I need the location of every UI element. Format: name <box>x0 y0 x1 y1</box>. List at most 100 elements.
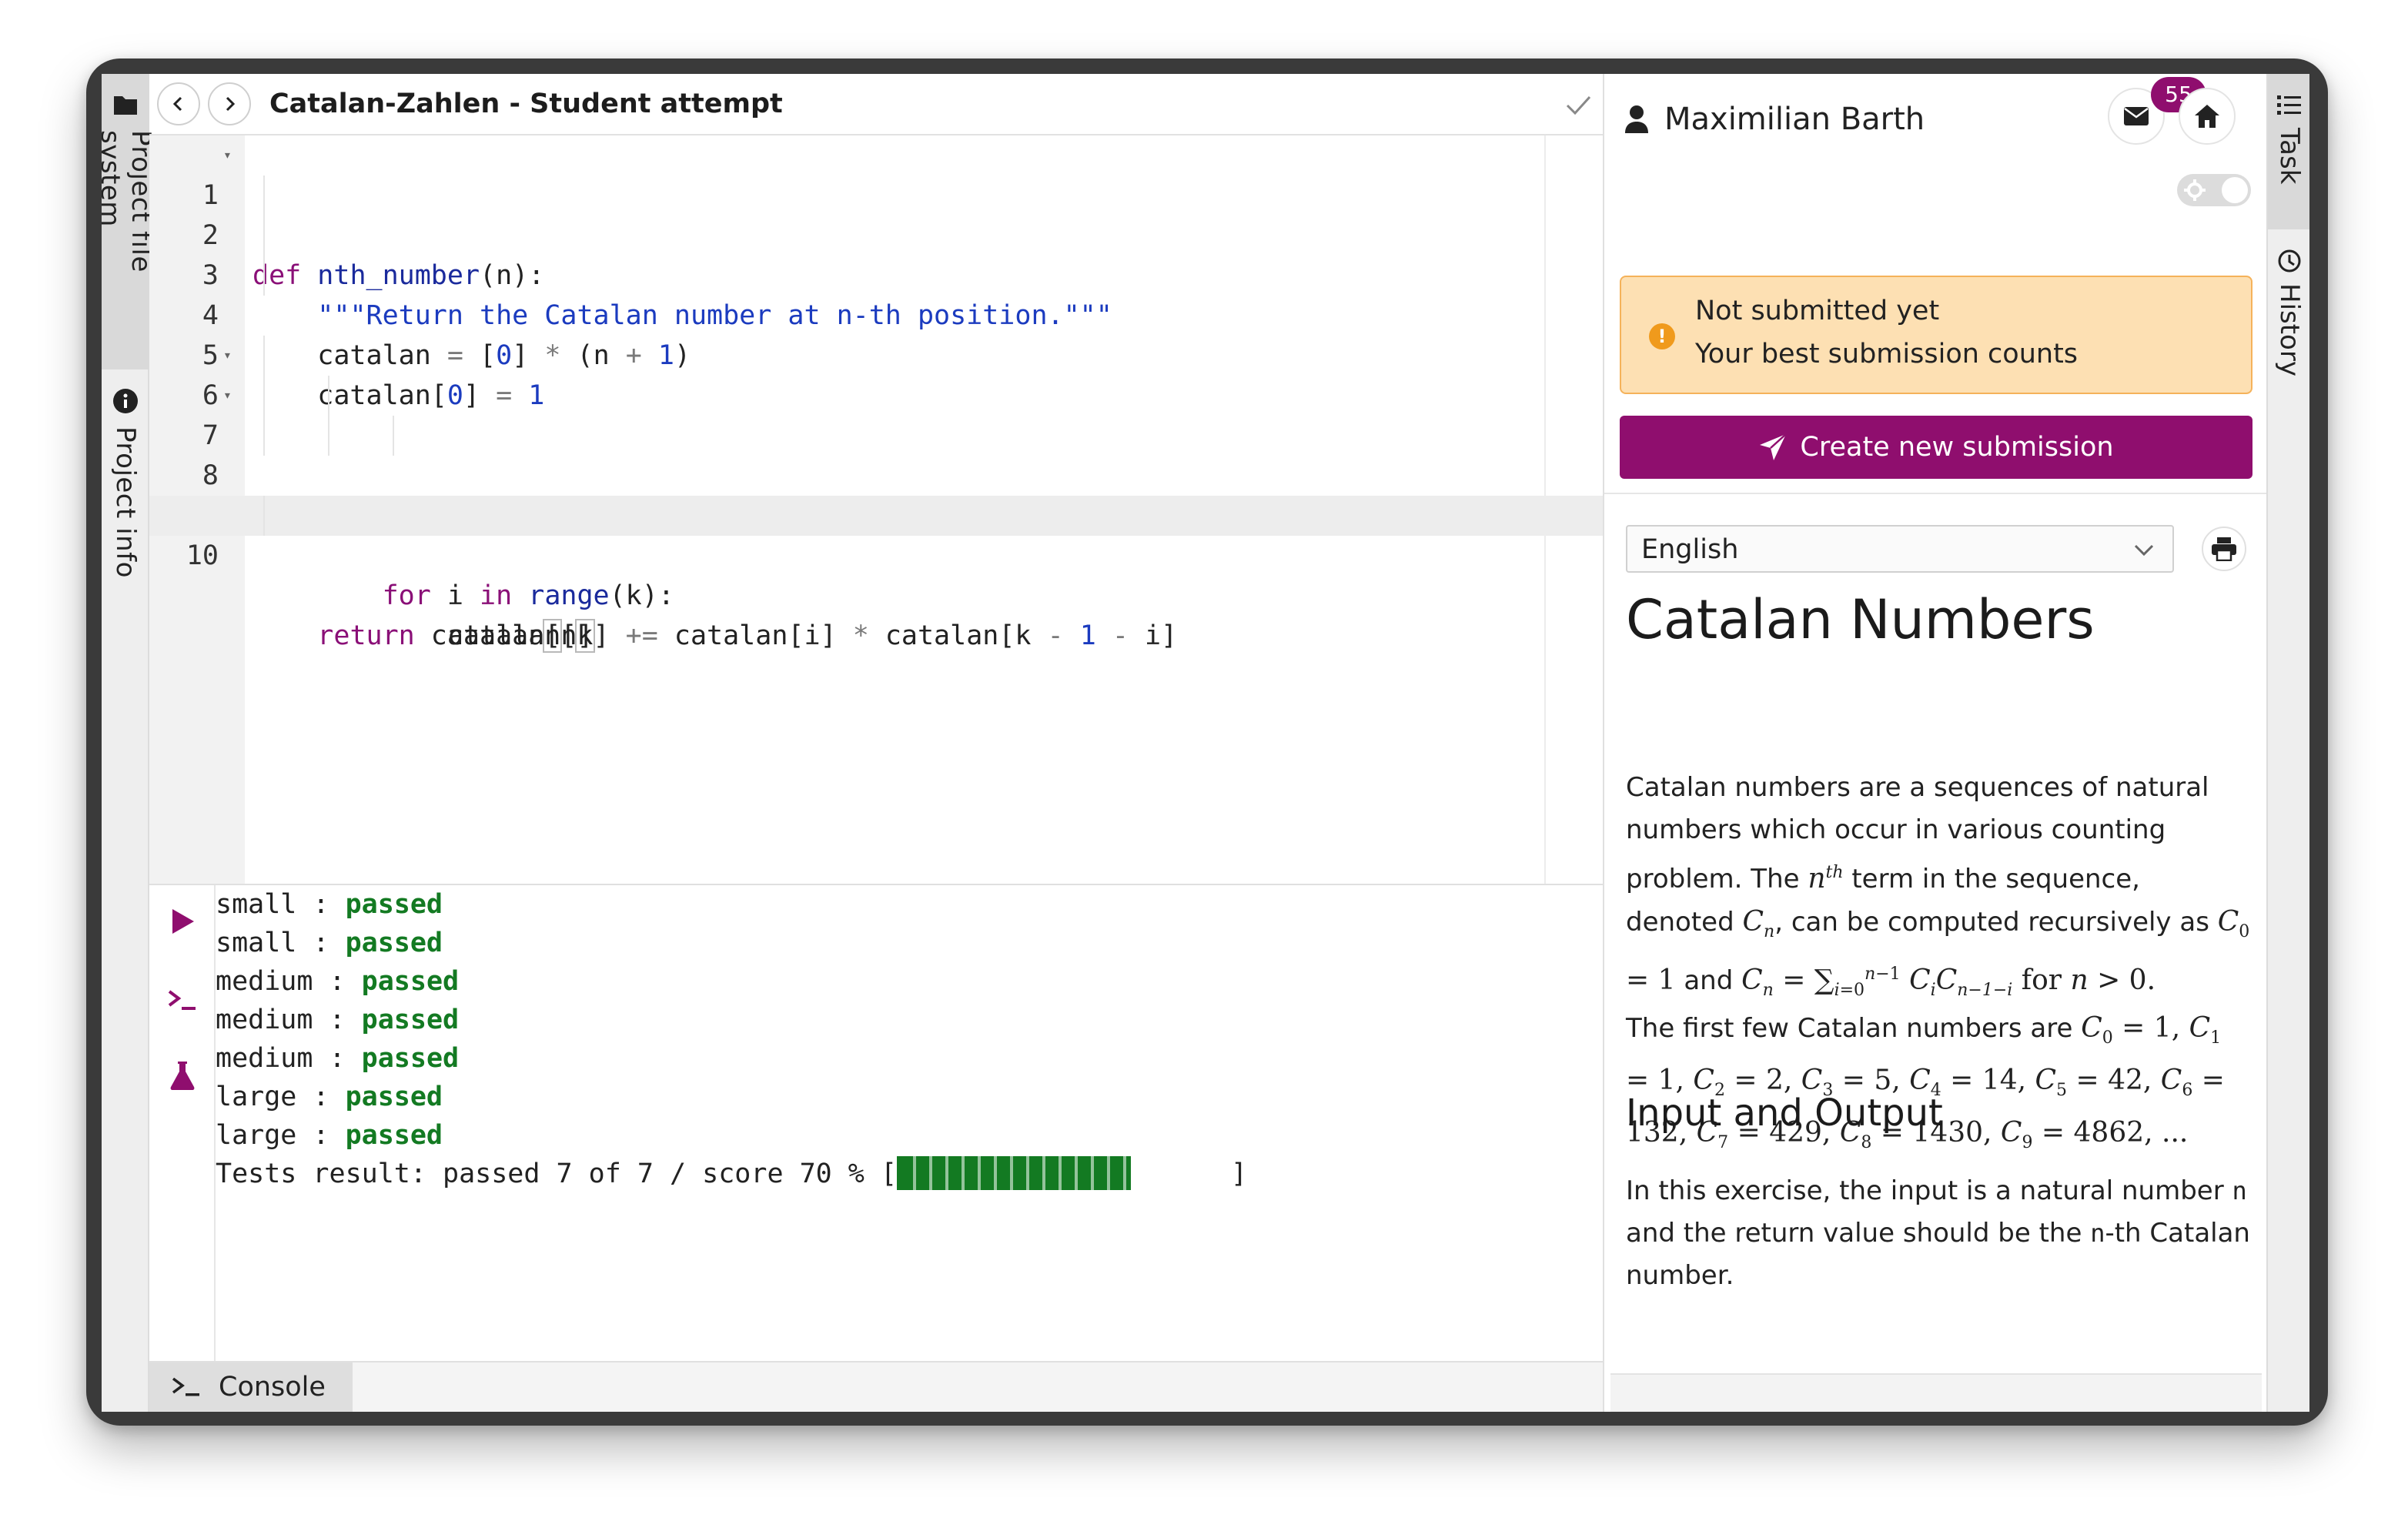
chevron-right-icon <box>226 96 236 112</box>
indent-guide <box>263 496 265 536</box>
back-button[interactable] <box>157 82 200 125</box>
terminal-icon <box>168 990 196 1010</box>
fold-arrow-icon[interactable]: ▾ <box>223 135 232 176</box>
test-result-line: medium : passed <box>216 1005 460 1035</box>
console-panel: small : passed small : passed medium : p… <box>149 884 1603 1362</box>
user-name: Maximilian Barth <box>1664 102 1925 137</box>
progress-segment-divider <box>1059 1156 1062 1190</box>
code-line[interactable]: 1 ▾ def nth_number(n): <box>149 135 1603 291</box>
run-tests-button[interactable] <box>163 1056 202 1095</box>
status-subtitle: Your best submission counts <box>1695 339 2079 369</box>
right-sidebar-rail: Task History <box>2266 74 2309 1412</box>
progress-segment-divider <box>962 1156 965 1190</box>
forward-button[interactable] <box>208 82 251 125</box>
indent-guide <box>263 376 265 416</box>
folder-icon <box>112 92 139 118</box>
task-sequence: The first few Catalan numbers are C0 = 1… <box>1626 1012 2225 1153</box>
create-submission-button[interactable]: Create new submission <box>1620 416 2252 479</box>
task-panel: Maximilian Barth 55 ! Not submitted yet … <box>1603 74 2268 1412</box>
indent-guide <box>263 336 265 376</box>
io-heading: Input and Output <box>1626 1092 1943 1135</box>
progress-segment-divider <box>1091 1156 1095 1190</box>
console-output: small : passed small : passed medium : p… <box>216 885 1601 1362</box>
tab-console[interactable]: Console <box>149 1362 353 1412</box>
indent-guide <box>263 216 265 256</box>
progress-segment-divider <box>1026 1156 1030 1190</box>
check-icon <box>1566 95 1591 115</box>
tab-label: Task <box>2274 128 2305 185</box>
home-button[interactable] <box>2179 88 2236 145</box>
print-button[interactable] <box>2202 527 2246 571</box>
code-line[interactable]: 2 """Return the Catalan number at n-th p… <box>149 176 1603 331</box>
toggle-knob <box>2222 177 2248 203</box>
task-list-icon <box>2276 92 2303 119</box>
indent-guide <box>328 416 329 456</box>
envelope-icon <box>2124 107 2149 125</box>
editor-header: Catalan-Zahlen - Student attempt <box>149 74 1603 135</box>
play-icon <box>172 909 194 934</box>
divider <box>1604 493 2268 494</box>
indent-guide <box>263 176 265 216</box>
console-tab-label: Console <box>219 1372 326 1403</box>
code-line[interactable]: 6 ▾ for k in range(1, n + 1): <box>149 336 1603 531</box>
status-title: Not submitted yet <box>1695 296 1940 326</box>
home-icon <box>2195 105 2219 128</box>
test-result-line: large : passed <box>216 1120 443 1151</box>
test-summary-end: ] <box>1231 1159 1248 1189</box>
test-summary-text: Tests result: passed 7 of 7 / score 70 %… <box>216 1159 898 1189</box>
tab-history[interactable]: History <box>2268 229 2309 383</box>
progress-segment-divider <box>1042 1156 1046 1190</box>
submission-status-alert: ! Not submitted yet Your best submission… <box>1620 276 2252 394</box>
info-icon <box>112 388 139 414</box>
indent-guide <box>263 256 265 296</box>
code-text: return catalan[n] <box>317 619 595 653</box>
theme-toggle[interactable] <box>2177 174 2251 206</box>
indent-guide <box>393 416 394 456</box>
test-result-line: small : passed <box>216 928 443 958</box>
progress-segment-divider <box>945 1156 949 1190</box>
task-description: Catalan numbers are a sequences of natur… <box>1626 772 2250 1001</box>
language-select[interactable]: English <box>1626 525 2174 573</box>
run-button[interactable] <box>163 902 202 941</box>
progress-segment-divider <box>913 1156 917 1190</box>
io-description: In this exercise, the input is a natural… <box>1626 1175 2250 1291</box>
open-terminal-button[interactable] <box>163 981 202 1019</box>
bottom-panel-bar: Console <box>149 1361 1603 1412</box>
code-line[interactable]: 8 catalan[k] += catalan[i] * catalan[k -… <box>149 416 1603 651</box>
fold-arrow-icon[interactable]: ▾ <box>223 336 232 376</box>
language-value: English <box>1641 534 1739 565</box>
fold-arrow-icon[interactable]: ▾ <box>223 376 232 416</box>
tab-label: Project info <box>110 426 141 578</box>
code-line[interactable]: 3 catalan = [0] * (n + 1) <box>149 216 1603 371</box>
code-line-active[interactable]: 10 return catalan[n] <box>149 496 1603 653</box>
progress-segment-divider <box>929 1156 933 1190</box>
chevron-down-icon <box>2134 544 2154 557</box>
code-line[interactable]: 4 catalan[0] = 1 <box>149 256 1603 411</box>
code-line[interactable]: 7 ▾ for i in range(k): <box>149 376 1603 611</box>
user-icon <box>1625 105 1648 133</box>
tab-project-info[interactable]: Project info <box>102 369 149 647</box>
code-text: for i in range(k): <box>382 580 674 611</box>
gear-icon <box>2184 179 2206 201</box>
progress-segment-divider <box>1075 1156 1079 1190</box>
code-line[interactable]: 5 <box>149 296 1603 371</box>
code-editor[interactable]: 1 ▾ def nth_number(n): 2 """Return the C… <box>149 135 1603 884</box>
tab-project-file-system[interactable]: Project file system <box>102 74 156 369</box>
code-line[interactable]: 9 <box>149 456 1603 531</box>
history-icon <box>2276 248 2303 274</box>
test-result-line: small : passed <box>216 889 443 920</box>
send-icon <box>1760 433 1788 460</box>
indent-guide <box>328 376 329 416</box>
printer-icon <box>2212 537 2236 561</box>
progress-segment-divider <box>1107 1156 1111 1190</box>
test-summary-line: Tests result: passed 7 of 7 / score 70 %… <box>216 1155 1247 1193</box>
test-result-line: medium : passed <box>216 1043 460 1074</box>
indent-guide <box>263 416 265 456</box>
tab-task[interactable]: Task <box>2268 74 2309 229</box>
create-submission-label: Create new submission <box>1800 432 2114 463</box>
test-result-line: medium : passed <box>216 966 460 997</box>
task-panel-footer <box>1610 1373 2262 1412</box>
flask-icon <box>170 1062 195 1090</box>
file-title: Catalan-Zahlen - Student attempt <box>269 89 783 119</box>
chevron-left-icon <box>172 96 182 112</box>
